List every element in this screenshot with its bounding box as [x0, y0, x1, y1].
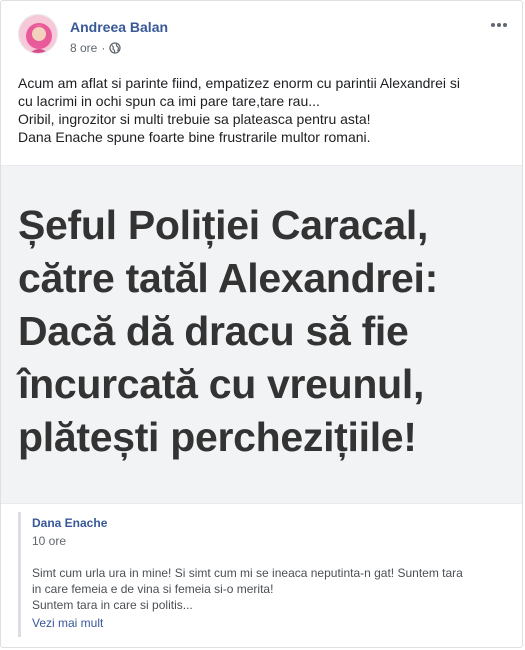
image-headline: Șeful Poliției Caracal, către tatăl Alex… — [18, 199, 498, 464]
post-text-line: cu lacrimi in ochi spun ca imi pare tare… — [18, 93, 320, 109]
post-text-line: Acum am aflat si parinte fiind, empatize… — [18, 75, 460, 91]
avatar[interactable] — [18, 14, 58, 54]
shared-post-text: Simt cum urla ura in mine! Si simt cum m… — [32, 565, 508, 613]
post-text: Acum am aflat si parinte fiind, empatize… — [18, 74, 513, 146]
shared-post-author[interactable]: Dana Enache — [32, 515, 508, 531]
avatar-image — [19, 15, 57, 53]
post-time[interactable]: 8 ore — [70, 41, 97, 55]
shared-text-line: Simt cum urla ura in mine! Si simt cum m… — [32, 566, 463, 580]
meta-separator: · — [101, 41, 106, 55]
post-author[interactable]: Andreea Balan — [70, 19, 168, 35]
headline-line: plătești perchezițiile! — [18, 414, 417, 460]
shared-text-line: in care femeia e de vina si femeia si-o … — [32, 582, 274, 596]
shared-text-line: Suntem tara in care si politis... — [32, 598, 193, 612]
post-header: Andreea Balan 8 ore · — [1, 1, 522, 67]
post-image[interactable]: Șeful Poliției Caracal, către tatăl Alex… — [1, 165, 522, 504]
globe-icon[interactable] — [109, 42, 122, 54]
post-meta: 8 ore · — [70, 41, 122, 55]
post-text-line: Dana Enache spune foarte bine frustraril… — [18, 129, 371, 145]
post-card: Andreea Balan 8 ore · Acum am aflat si p… — [0, 0, 523, 648]
see-more-link[interactable]: Vezi mai mult — [32, 615, 103, 631]
headline-line: Dacă dă dracu să fie — [18, 308, 409, 354]
more-options-icon[interactable] — [489, 18, 509, 32]
headline-line: către tatăl Alexandrei: — [18, 255, 438, 301]
headline-line: Șeful Poliției Caracal, — [18, 202, 429, 248]
shared-post-time[interactable]: 10 ore — [32, 533, 508, 549]
post-text-line: Oribil, ingrozitor si multi trebuie sa p… — [18, 111, 371, 127]
shared-post: Dana Enache 10 ore Simt cum urla ura in … — [18, 512, 508, 637]
headline-line: încurcată cu vreunul, — [18, 361, 425, 407]
